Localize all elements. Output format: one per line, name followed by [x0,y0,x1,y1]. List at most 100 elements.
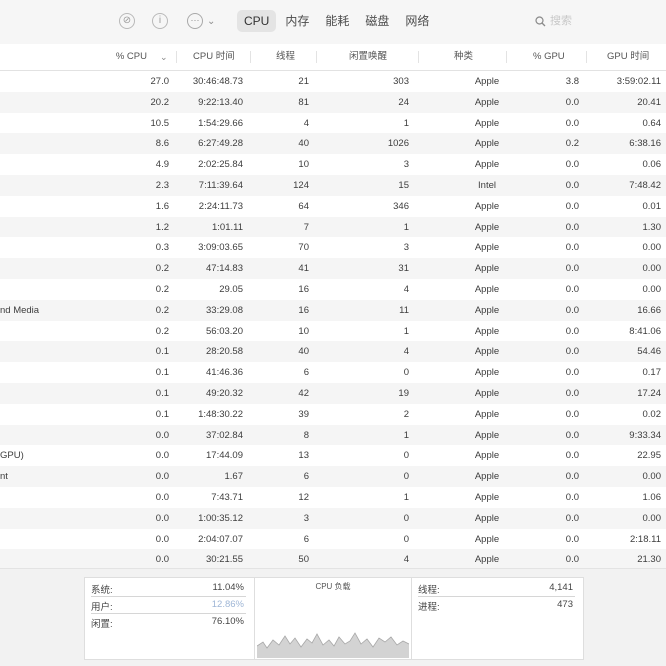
process-kind: Apple [474,325,500,337]
gpu-percent: 0.0 [565,200,579,212]
table-row[interactable]: 8.6 6:27:49.28 40 1026 Apple 0.2 6:38.16 [0,133,666,155]
thread-count: 40 [298,138,309,150]
col-header-gpu[interactable]: % GPU [533,44,565,70]
stop-process-icon[interactable]: ⊘ [119,13,135,29]
cpu-time: 29.05 [219,283,243,295]
table-row[interactable]: 0.0 37:02.84 8 1 Apple 0.0 9:33.34 [0,424,666,446]
toolbar: ⊘ i ··· ⌄ CPU 内存 能耗 磁盘 网络 [0,0,666,44]
idle-wakeups: 1 [403,117,409,129]
idle-value: 76.10% [211,616,244,627]
table-row[interactable]: 0.1 41:46.36 6 0 Apple 0.0 0.17 [0,362,666,383]
gpu-time: 16.66 [637,304,661,316]
user-label: 用户: [91,602,113,613]
search-input[interactable] [550,15,610,27]
col-header-cpu[interactable]: % CPU [116,44,147,70]
thread-count: 16 [298,304,309,316]
thread-count: 10 [298,159,309,171]
gpu-time: 54.46 [637,346,661,358]
table-row[interactable]: 0.1 28:20.58 40 4 Apple 0.0 54.46 [0,341,666,363]
column-divider[interactable] [316,51,317,63]
gpu-percent: 0.0 [565,387,579,399]
gpu-percent: 0.0 [565,491,579,503]
idle-wakeups: 1 [403,429,409,441]
tab-bar: CPU 内存 能耗 磁盘 网络 [237,10,438,32]
process-kind: Apple [474,221,500,233]
table-row[interactable]: 0.2 56:03.20 10 1 Apple 0.0 8:41.06 [0,321,666,342]
table-row[interactable]: 0.0 7:43.71 12 1 Apple 0.0 1.06 [0,487,666,508]
process-kind: Apple [474,159,500,171]
table-row[interactable]: 0.3 3:09:03.65 70 3 Apple 0.0 0.00 [0,237,666,258]
tab-disk[interactable]: 磁盘 [358,10,396,32]
table-row[interactable]: 4.9 2:02:25.84 10 3 Apple 0.0 0.06 [0,154,666,175]
column-divider[interactable] [176,51,177,63]
gpu-time: 1.06 [642,491,662,503]
idle-wakeups: 11 [399,304,409,316]
user-value: 12.86% [211,599,244,610]
table-row[interactable]: 0.0 30:21.55 50 4 Apple 0.0 21.30 [0,549,666,568]
table-row[interactable]: 1.2 1:01.11 7 1 Apple 0.0 1.30 [0,216,666,238]
table-row[interactable]: GPU) 0.0 17:44.09 13 0 Apple 0.0 22.95 [0,445,666,466]
col-header-idle-wakeups[interactable]: 闲置唤醒 [349,44,387,70]
more-actions-button[interactable]: ··· ⌄ [187,13,215,29]
table-row[interactable]: 0.1 1:48:30.22 39 2 Apple 0.0 0.02 [0,404,666,425]
table-row[interactable]: 0.1 49:20.32 42 19 Apple 0.0 17.24 [0,382,666,404]
column-divider[interactable] [418,51,419,63]
table-row[interactable]: 1.6 2:24:11.73 64 346 Apple 0.0 0.01 [0,196,666,217]
table-row[interactable]: 0.2 29.05 16 4 Apple 0.0 0.00 [0,279,666,300]
idle-wakeups: 0 [403,533,409,545]
gpu-time: 3:59:02.11 [616,76,661,87]
cpu-percent: 0.0 [155,554,169,566]
table-row[interactable]: 10.5 1:54:29.66 4 1 Apple 0.0 0.64 [0,113,666,134]
table-row[interactable]: nt 0.0 1.67 6 0 Apple 0.0 0.00 [0,466,666,487]
gpu-time: 9:33.34 [629,429,661,441]
cpu-percent: 0.2 [155,325,169,337]
table-row[interactable]: 0.2 47:14.83 41 31 Apple 0.0 0.00 [0,258,666,279]
tab-memory[interactable]: 内存 [278,10,316,32]
gpu-percent: 0.0 [565,429,579,441]
cpu-percent: 4.9 [155,159,169,171]
table-row[interactable]: 0.0 2:04:07.07 6 0 Apple 0.0 2:18.11 [0,529,666,550]
tab-cpu[interactable]: CPU [237,10,277,32]
sort-descending-icon: ⌄ [160,52,168,62]
thread-count: 7 [303,221,309,233]
table-row[interactable]: 20.2 9:22:13.40 81 24 Apple 0.0 20.41 [0,91,666,113]
process-kind: Apple [474,367,500,379]
info-icon[interactable]: i [152,13,168,29]
column-divider[interactable] [250,51,251,63]
cpu-percent: 0.3 [155,242,169,254]
search-field[interactable] [535,15,610,27]
thread-count: 3 [303,512,309,524]
cpu-time: 2:24:11.73 [198,200,243,212]
cpu-time: 2:04:07.07 [198,533,243,545]
table-header: % CPU ⌄ CPU 时间 线程 闲置唤醒 种类 % GPU GPU 时间 [0,44,666,71]
col-header-threads[interactable]: 线程 [276,44,295,70]
col-header-kind[interactable]: 种类 [454,44,473,70]
column-divider[interactable] [586,51,587,63]
thread-count: 6 [303,471,309,483]
gpu-time: 0.64 [642,117,662,129]
chevron-down-icon: ⌄ [207,15,216,27]
idle-wakeups: 0 [403,450,409,462]
table-row[interactable]: 27.0 30:46:48.73 21 303 Apple 3.8 3:59:02.11 [0,71,666,92]
column-divider[interactable] [506,51,507,63]
table-row[interactable]: 0.0 1:00:35.12 3 0 Apple 0.0 0.00 [0,507,666,529]
table-row[interactable]: nd Media 0.2 33:29.08 16 11 Apple 0.0 16.66 [0,299,666,321]
cpu-time: 49:20.32 [206,387,243,399]
table-row[interactable]: 2.3 7:11:39.64 124 15 Intel 0.0 7:48.42 [0,174,666,196]
col-header-gpu-time[interactable]: GPU 时间 [607,44,649,70]
cpu-percent: 0.2 [155,304,169,316]
col-header-cpu-time[interactable]: CPU 时间 [193,44,235,70]
cpu-time: 1:54:29.66 [198,117,243,129]
process-kind: Apple [474,200,500,212]
tab-energy[interactable]: 能耗 [318,10,356,32]
cpu-percent: 0.0 [155,429,169,441]
cpu-time: 33:29.08 [206,304,243,316]
gpu-time: 6:38.16 [629,138,661,150]
gpu-time: 2:18.11 [630,533,661,545]
gpu-time: 0.00 [642,471,662,483]
thread-count: 4 [303,117,309,129]
process-kind: Apple [474,304,500,316]
cpu-time: 17:44.09 [206,450,243,462]
tab-network[interactable]: 网络 [398,10,436,32]
idle-wakeups: 4 [403,346,409,358]
